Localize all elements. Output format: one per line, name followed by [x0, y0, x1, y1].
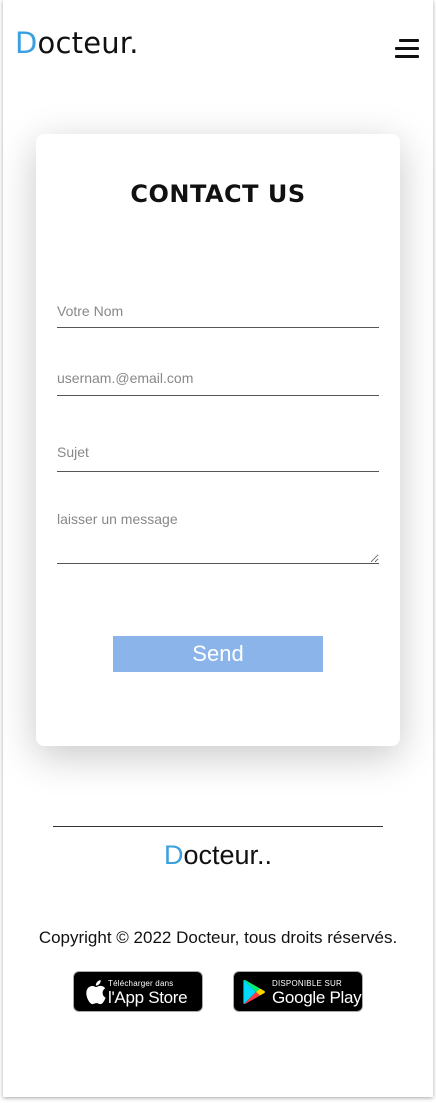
- app-store-small-text: Télécharger dans: [108, 979, 174, 988]
- google-play-big-text: Google Play: [272, 988, 362, 1007]
- subject-input[interactable]: [57, 433, 379, 472]
- hamburger-menu-icon[interactable]: [393, 39, 419, 61]
- menu-line: [395, 55, 419, 58]
- page-frame: Docteur. CONTACT US Send Docteur.. Copyr…: [3, 0, 433, 1097]
- menu-line: [399, 39, 419, 42]
- email-input[interactable]: [57, 361, 379, 396]
- app-store-big-text: l'App Store: [108, 988, 188, 1007]
- brand-name-rest: octeur.: [37, 26, 139, 60]
- brand-logo[interactable]: Docteur.: [15, 26, 139, 60]
- contact-card: CONTACT US Send: [36, 134, 400, 746]
- footer-divider: [53, 826, 383, 827]
- copyright-text: Copyright © 2022 Docteur, tous droits ré…: [38, 928, 398, 947]
- send-button[interactable]: Send: [113, 636, 323, 672]
- google-play-badge[interactable]: DISPONIBLE SUR Google Play: [233, 971, 363, 1012]
- footer-brand-logo: Docteur..: [3, 840, 433, 871]
- menu-line: [395, 47, 419, 50]
- contact-title: CONTACT US: [130, 180, 306, 208]
- brand-initial: D: [15, 26, 38, 60]
- name-input[interactable]: [57, 294, 379, 328]
- google-play-small-text: DISPONIBLE SUR: [272, 979, 342, 988]
- app-store-badge[interactable]: Télécharger dans l'App Store: [73, 971, 203, 1012]
- footer-brand-initial: D: [163, 840, 184, 870]
- apple-icon: [86, 980, 106, 1005]
- site-header: Docteur.: [3, 0, 433, 80]
- google-play-icon: [243, 979, 265, 1005]
- footer-brand-rest: octeur..: [183, 840, 273, 870]
- message-textarea[interactable]: [57, 509, 379, 564]
